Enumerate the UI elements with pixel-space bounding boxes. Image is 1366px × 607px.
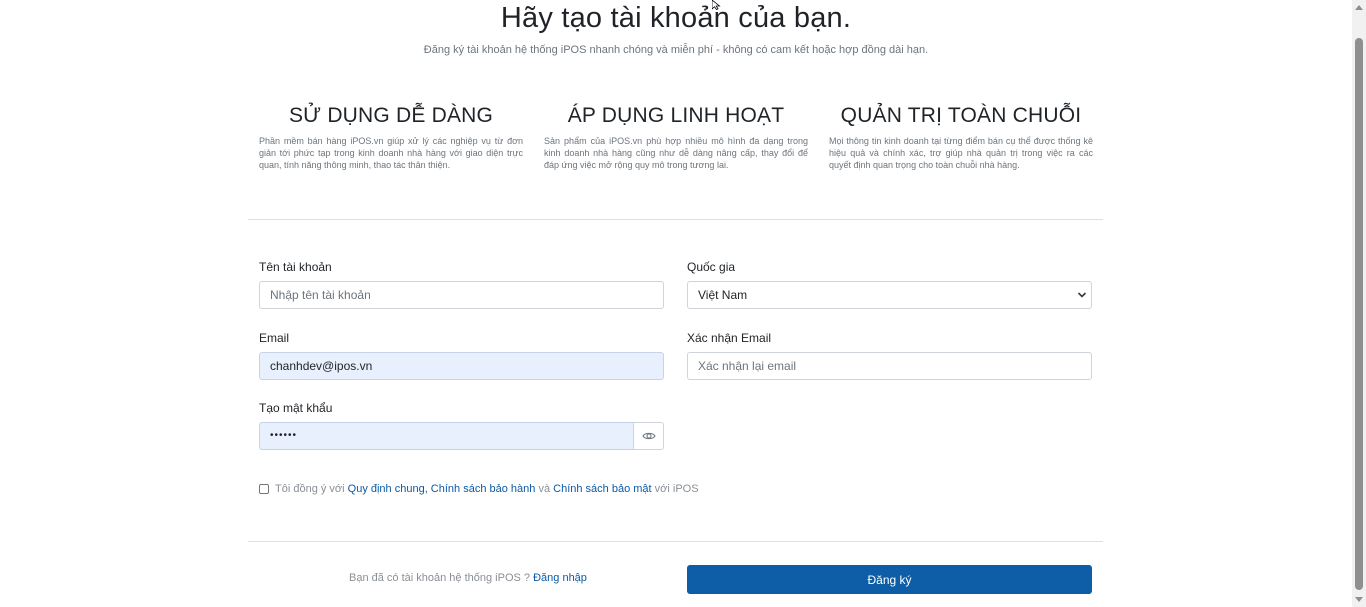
page-title: Hãy tạo tài khoản của bạn. — [500, 2, 852, 34]
scroll-up-arrow-icon[interactable] — [1355, 5, 1363, 10]
feature-chain-management: QUẢN TRỊ TOÀN CHUỖI Mọi thông tin kinh d… — [829, 104, 1093, 171]
feature-text: Phần mềm bán hàng iPOS.vn giúp xử lý các… — [259, 136, 523, 170]
footer-divider — [248, 541, 1103, 542]
eye-icon — [641, 432, 656, 440]
email-input[interactable]: chanhdev@ipos.vn — [259, 352, 664, 380]
email-label: Email — [259, 331, 290, 345]
password-toggle-button[interactable] — [633, 422, 664, 450]
register-button[interactable]: Đăng ký — [687, 565, 1092, 594]
terms-agreement: Tôi đồng ý với Quy định chung, Chính sác… — [259, 483, 699, 495]
section-divider — [248, 219, 1103, 220]
feature-text: Mọi thông tin kinh doanh tại từng điểm b… — [829, 136, 1093, 170]
password-label: Tạo mật khẩu — [259, 401, 333, 415]
scroll-down-arrow-icon[interactable] — [1355, 597, 1363, 602]
mouse-pointer-icon — [712, 0, 721, 10]
have-account-text: Bạn đã có tài khoản hệ thống iPOS ? — [349, 572, 531, 584]
username-input[interactable]: Nhập tên tài khoản — [259, 281, 664, 309]
country-select-value: Việt Nam — [698, 288, 748, 302]
feature-easy-to-use: SỬ DỤNG DỄ DÀNG Phần mềm bán hàng iPOS.v… — [259, 104, 523, 171]
confirm-email-label: Xác nhận Email — [687, 331, 772, 345]
terms-middle: và — [538, 483, 551, 495]
feature-text: Sản phẩm của iPOS.vn phù hợp nhiều mô hì… — [544, 136, 808, 170]
feature-title: QUẢN TRỊ TOÀN CHUỖI — [840, 104, 1082, 127]
login-prompt: Bạn đã có tài khoản hệ thống iPOS ? Đăng… — [349, 572, 587, 584]
terms-prefix: Tôi đồng ý với — [275, 483, 345, 495]
feature-title: SỬ DỤNG DỄ DÀNG — [288, 104, 494, 127]
country-label: Quốc gia — [687, 260, 736, 274]
privacy-policy-link[interactable]: Chính sách bảo mật — [553, 483, 651, 495]
password-input[interactable]: •••••• — [259, 422, 634, 450]
feature-flexible: ÁP DỤNG LINH HOẠT Sản phẩm của iPOS.vn p… — [544, 104, 808, 171]
login-link[interactable]: Đăng nhập — [533, 572, 587, 584]
scroll-thumb[interactable] — [1355, 38, 1363, 590]
chevron-down-icon — [1077, 292, 1087, 298]
confirm-email-input[interactable]: Xác nhận lại email — [687, 352, 1092, 380]
terms-general-link[interactable]: Quy định chung, Chính sách bảo hành — [348, 483, 536, 495]
vertical-scrollbar[interactable] — [1352, 0, 1366, 607]
country-select[interactable]: Việt Nam — [687, 281, 1092, 309]
feature-title: ÁP DỤNG LINH HOẠT — [567, 104, 785, 127]
username-label: Tên tài khoản — [259, 260, 332, 274]
terms-checkbox[interactable] — [259, 484, 269, 494]
terms-suffix: với iPOS — [654, 483, 699, 495]
page-subtitle: Đăng ký tài khoản hệ thống iPOS nhanh ch… — [423, 44, 929, 56]
